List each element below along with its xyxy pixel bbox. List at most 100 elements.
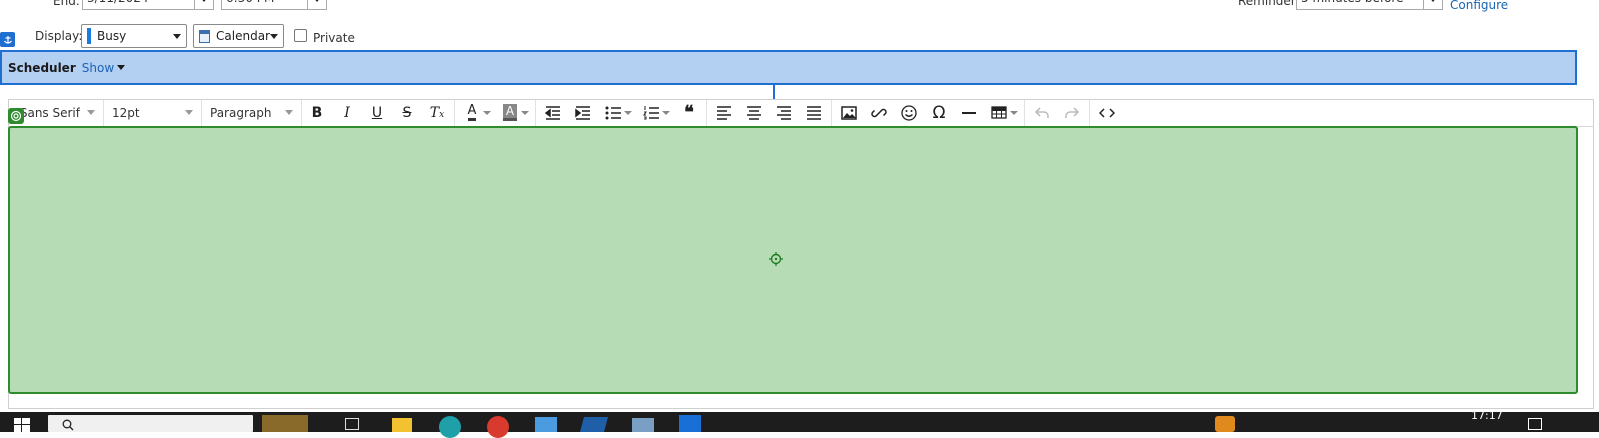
chevron-down-icon — [87, 110, 95, 115]
chevron-down-icon — [270, 33, 278, 39]
background-color-caret[interactable] — [521, 110, 529, 115]
scheduler-show-toggle[interactable]: Show — [82, 61, 126, 75]
store-icon[interactable] — [535, 417, 557, 432]
taskbar-app-icon-window[interactable] — [632, 418, 654, 432]
numbered-list-caret[interactable] — [662, 110, 670, 115]
source-code-icon — [1099, 107, 1115, 118]
edge-browser-icon[interactable] — [439, 416, 461, 438]
busy-color-swatch — [87, 28, 91, 44]
display-label: Display: — [35, 29, 83, 43]
font-family-value: Sans Serif — [20, 105, 80, 120]
underline-button[interactable]: U — [362, 100, 392, 126]
target-marker-icon — [8, 108, 24, 124]
source-code-button[interactable] — [1092, 100, 1122, 126]
font-size-value: 12pt — [112, 105, 140, 120]
justify-icon — [807, 105, 821, 120]
strikethrough-button[interactable]: S — [392, 100, 422, 126]
blockquote-button[interactable]: ❝ — [674, 100, 704, 126]
private-label: Private — [313, 31, 355, 45]
align-right-button[interactable] — [769, 100, 799, 126]
taskbar-search-box[interactable] — [48, 415, 253, 432]
undo-button[interactable] — [1027, 100, 1057, 126]
image-button[interactable] — [834, 100, 864, 126]
calendar-select[interactable]: Calendar — [193, 24, 284, 48]
configure-link[interactable]: Configure — [1450, 0, 1508, 12]
end-time-input[interactable]: 6:30 PM — [221, 0, 308, 10]
reminder-dropdown[interactable] — [1423, 0, 1443, 10]
private-checkbox[interactable] — [294, 29, 307, 42]
calendar-icon — [199, 29, 211, 43]
scheduler-title: Scheduler — [8, 60, 76, 75]
taskbar-app-icon-blue[interactable] — [579, 417, 609, 432]
display-select-value: Busy — [97, 29, 127, 43]
chevron-down-icon — [285, 110, 293, 115]
numbered-list-icon — [643, 105, 659, 119]
editor-toolbar: Sans Serif 12pt Paragraph B I U S Tx A A… — [8, 99, 1594, 127]
end-label: End: — [53, 0, 80, 8]
emoticons-button[interactable] — [894, 100, 924, 126]
bold-button[interactable]: B — [302, 100, 332, 126]
outdent-button[interactable] — [538, 100, 568, 126]
chrome-browser-icon[interactable] — [487, 416, 509, 438]
undo-icon — [1035, 106, 1049, 118]
redo-icon — [1065, 106, 1079, 118]
align-right-icon — [777, 105, 791, 120]
end-date-dropdown[interactable] — [194, 0, 214, 10]
chevron-down-icon — [1429, 0, 1437, 2]
horizontal-rule-icon — [962, 111, 976, 114]
redo-button[interactable] — [1057, 100, 1087, 126]
chevron-down-icon — [313, 0, 321, 2]
reminder-label: Reminder: — [1238, 0, 1300, 8]
indent-icon — [575, 105, 590, 120]
taskbar-app-icon-active[interactable] — [679, 415, 701, 432]
calendar-select-value: Calendar — [216, 29, 270, 43]
align-center-button[interactable] — [739, 100, 769, 126]
taskbar-app-icon[interactable] — [262, 415, 308, 432]
align-left-button[interactable] — [709, 100, 739, 126]
notification-center-icon[interactable] — [1528, 418, 1542, 430]
os-taskbar: 17:17 — [0, 409, 1599, 438]
omega-icon: Ω — [932, 102, 946, 123]
image-icon — [841, 105, 857, 120]
editor-content-area[interactable] — [8, 126, 1578, 394]
horizontal-rule-button[interactable] — [954, 100, 984, 126]
special-character-button[interactable]: Ω — [924, 100, 954, 126]
justify-button[interactable] — [799, 100, 829, 126]
toolbar-divider — [454, 99, 455, 126]
display-select[interactable]: Busy — [81, 24, 187, 48]
chevron-down-icon — [200, 0, 208, 2]
bullet-list-caret[interactable] — [624, 110, 632, 115]
search-icon — [62, 419, 74, 431]
scheduler-bar[interactable]: Scheduler Show — [0, 50, 1577, 85]
block-format-select[interactable]: Paragraph — [202, 99, 302, 126]
italic-button[interactable]: I — [332, 100, 362, 126]
strikethrough-icon: S — [402, 104, 412, 121]
underline-icon: U — [371, 104, 383, 121]
toolbar-divider — [1089, 99, 1090, 126]
start-button[interactable] — [14, 418, 30, 432]
reminder-input[interactable]: 5 minutes before — [1296, 0, 1424, 10]
chevron-down-icon — [173, 33, 181, 39]
link-button[interactable] — [864, 100, 894, 126]
table-caret[interactable] — [1010, 110, 1018, 115]
smiley-icon — [901, 104, 917, 121]
end-date-input[interactable]: 3/11/2024 — [82, 0, 195, 10]
task-view-icon[interactable] — [345, 418, 359, 430]
blockquote-icon: ❝ — [684, 102, 694, 123]
table-icon — [991, 106, 1007, 119]
end-time-dropdown[interactable] — [307, 0, 327, 10]
block-format-value: Paragraph — [210, 105, 272, 120]
toolbar-divider — [706, 99, 707, 126]
text-color-icon: A — [467, 104, 477, 121]
chevron-down-icon — [185, 110, 193, 115]
link-icon — [871, 108, 887, 117]
font-size-select[interactable]: 12pt — [104, 99, 202, 126]
text-color-caret[interactable] — [483, 110, 491, 115]
chevron-down-icon — [117, 65, 126, 70]
indent-button[interactable] — [568, 100, 598, 126]
bold-icon: B — [311, 104, 323, 121]
clear-formatting-button[interactable]: Tx — [422, 100, 452, 126]
file-explorer-icon[interactable] — [392, 418, 412, 432]
taskbar-clock[interactable]: 17:17 — [1471, 409, 1503, 422]
notification-app-icon[interactable] — [1215, 416, 1235, 432]
